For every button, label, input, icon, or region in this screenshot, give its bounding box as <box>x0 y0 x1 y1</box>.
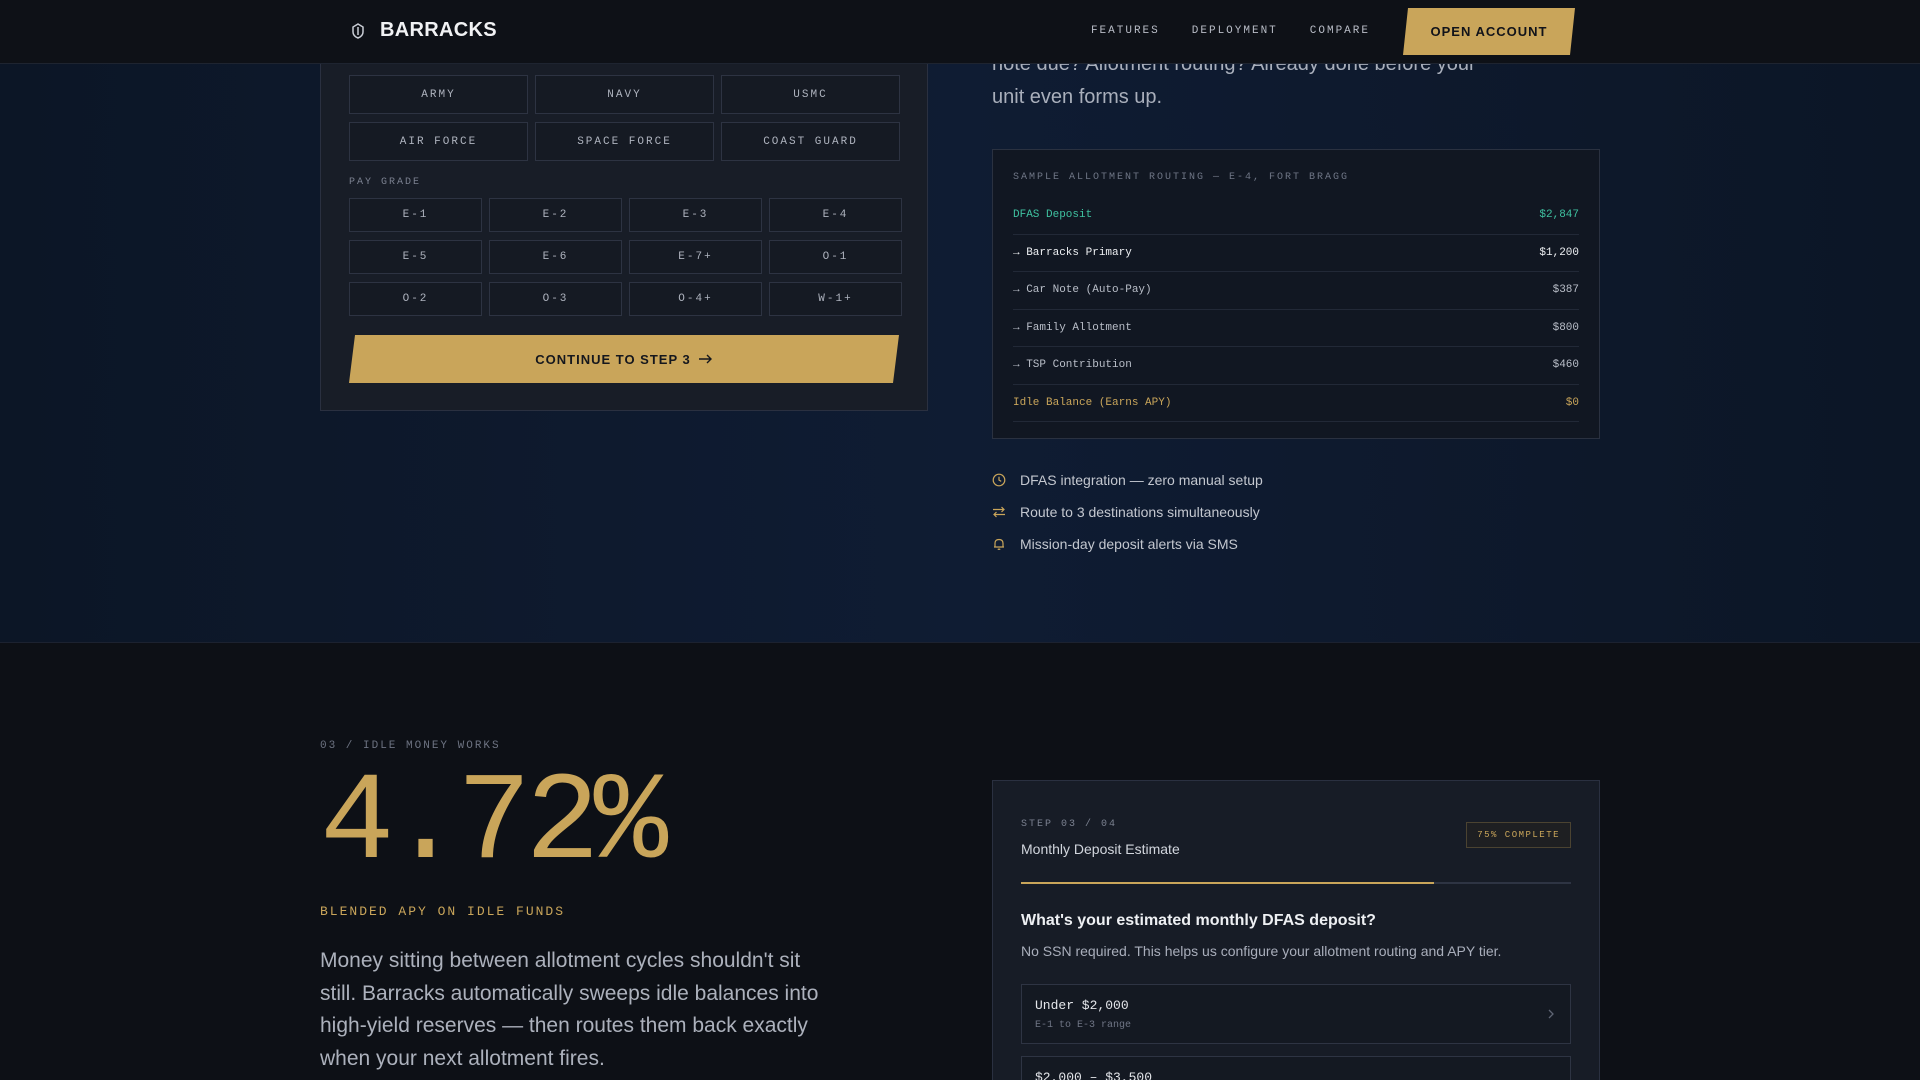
routing-row-car-note: → Car Note (Auto-Pay) $387 <box>1013 272 1579 310</box>
pay-grade-label: PAY GRADE <box>349 177 422 188</box>
nav-link-compare[interactable]: COMPARE <box>1310 25 1370 37</box>
shield-logo-icon <box>352 22 364 39</box>
nav-link-deployment[interactable]: DEPLOYMENT <box>1192 25 1278 37</box>
brand-name: BARRACKS <box>380 19 497 41</box>
grade-option[interactable]: O-2 <box>349 282 482 316</box>
progress-badge: 75% COMPLETE <box>1466 822 1571 848</box>
routing-row-amount: $0 <box>1565 396 1579 409</box>
branch-option-army[interactable]: ARMY <box>349 75 528 114</box>
grade-option[interactable]: E-1 <box>349 198 482 232</box>
nav-links: FEATURES DEPLOYMENT COMPARE <box>1091 25 1370 37</box>
feature-list: DFAS integration — zero manual setup Rou… <box>992 464 1263 560</box>
routing-row-deposit: DFAS Deposit $2,847 <box>1013 197 1579 235</box>
routing-row-label: → TSP Contribution <box>1013 359 1132 372</box>
grade-option[interactable]: E-4 <box>769 198 902 232</box>
routing-row-label: Idle Balance (Earns APY) <box>1013 396 1172 409</box>
routing-row-idle: Idle Balance (Earns APY) $0 <box>1013 385 1579 422</box>
nav-link-features[interactable]: FEATURES <box>1091 25 1160 37</box>
question-subtext: No SSN required. This helps us configure… <box>1021 943 1502 959</box>
routing-row-amount: $2,847 <box>1539 209 1579 222</box>
grade-option[interactable]: E-2 <box>489 198 622 232</box>
grade-option[interactable]: O-3 <box>489 282 622 316</box>
routing-row-amount: $1,200 <box>1539 246 1579 259</box>
routing-row-amount: $387 <box>1552 284 1579 297</box>
bell-icon <box>994 538 1004 550</box>
grade-option[interactable]: E-5 <box>349 240 482 274</box>
routing-row-amount: $460 <box>1552 359 1579 372</box>
feature-item: Mission-day deposit alerts via SMS <box>992 528 1263 560</box>
grade-option[interactable]: E-6 <box>489 240 622 274</box>
continue-button[interactable]: CONTINUE TO STEP 3 <box>349 335 899 383</box>
brand[interactable]: BARRACKS <box>350 19 497 42</box>
branch-option-usmc[interactable]: USMC <box>721 75 900 114</box>
routing-row-label: → Barracks Primary <box>1013 246 1132 259</box>
branch-option-air-force[interactable]: AIR FORCE <box>349 122 528 161</box>
answer-option-2000-3500[interactable]: $2,000 – $3,500 <box>1021 1056 1571 1080</box>
idle-money-section <box>0 643 1920 1080</box>
routing-row-family: → Family Allotment $800 <box>1013 310 1579 347</box>
continue-label: CONTINUE TO STEP 3 <box>535 351 691 367</box>
apy-value: 4.72% <box>320 755 668 895</box>
step-title: Monthly Deposit Estimate <box>1021 841 1180 857</box>
routing-section <box>0 0 1920 643</box>
grade-option[interactable]: O-1 <box>769 240 902 274</box>
question-title: What's your estimated monthly DFAS depos… <box>1021 912 1376 929</box>
progress-fill <box>1021 882 1434 884</box>
grade-option[interactable]: W-1+ <box>769 282 902 316</box>
routing-row-tsp: → TSP Contribution $460 <box>1013 347 1579 385</box>
feature-text: DFAS integration — zero manual setup <box>1020 472 1263 488</box>
grade-option[interactable]: O-4+ <box>629 282 762 316</box>
deposit-estimate-card: STEP 03 / 04 Monthly Deposit Estimate 75… <box>992 780 1600 1080</box>
arrow-right-icon <box>699 354 713 364</box>
branch-option-space-force[interactable]: SPACE FORCE <box>535 122 714 161</box>
routing-row-amount: $800 <box>1552 321 1579 334</box>
routing-sample-card: SAMPLE ALLOTMENT ROUTING — E-4, FORT BRA… <box>992 149 1600 439</box>
feature-item: Route to 3 destinations simultaneously <box>992 496 1263 528</box>
answer-sublabel: E-1 to E-3 range <box>1035 1020 1132 1031</box>
feature-text: Mission-day deposit alerts via SMS <box>1020 536 1238 552</box>
feature-item: DFAS integration — zero manual setup <box>992 464 1263 496</box>
routing-row-label: DFAS Deposit <box>1013 209 1093 222</box>
routing-row-label: → Family Allotment <box>1013 321 1132 334</box>
service-grade-card: ARMY NAVY USMC AIR FORCE SPACE FORCE COA… <box>320 40 928 411</box>
routing-title: SAMPLE ALLOTMENT ROUTING — E-4, FORT BRA… <box>1013 172 1350 183</box>
branch-options: ARMY NAVY USMC AIR FORCE SPACE FORCE COA… <box>349 75 900 161</box>
pay-grade-options: E-1 E-2 E-3 E-4 E-5 E-6 E-7+ O-1 O-2 O-3… <box>349 198 902 316</box>
step-indicator: STEP 03 / 04 <box>1021 819 1118 830</box>
answer-option-under-2000[interactable]: Under $2,000 E-1 to E-3 range <box>1021 984 1571 1044</box>
routing-rows: DFAS Deposit $2,847 → Barracks Primary $… <box>1013 197 1579 422</box>
progress-bar <box>1021 882 1571 884</box>
grade-option[interactable]: E-7+ <box>629 240 762 274</box>
top-nav: BARRACKS FEATURES DEPLOYMENT COMPARE OPE… <box>0 0 1920 64</box>
branch-option-coast-guard[interactable]: COAST GUARD <box>721 122 900 161</box>
apy-label: BLENDED APY ON IDLE FUNDS <box>320 904 566 919</box>
grade-option[interactable]: E-3 <box>629 198 762 232</box>
clock-icon <box>992 473 1006 487</box>
section-label: 03 / IDLE MONEY WORKS <box>320 740 501 752</box>
chevron-right-icon <box>1548 1009 1554 1019</box>
answer-label: $2,000 – $3,500 <box>1035 1070 1153 1080</box>
swap-arrows-icon <box>993 506 1005 518</box>
answer-label: Under $2,000 <box>1035 998 1129 1013</box>
feature-text: Route to 3 destinations simultaneously <box>1020 504 1260 520</box>
routing-row-label: → Car Note (Auto-Pay) <box>1013 284 1152 297</box>
routing-row-primary: → Barracks Primary $1,200 <box>1013 235 1579 272</box>
branch-option-navy[interactable]: NAVY <box>535 75 714 114</box>
open-account-button[interactable]: OPEN ACCOUNT <box>1403 8 1575 55</box>
apy-description: Money sitting between allotment cycles s… <box>320 949 819 1070</box>
